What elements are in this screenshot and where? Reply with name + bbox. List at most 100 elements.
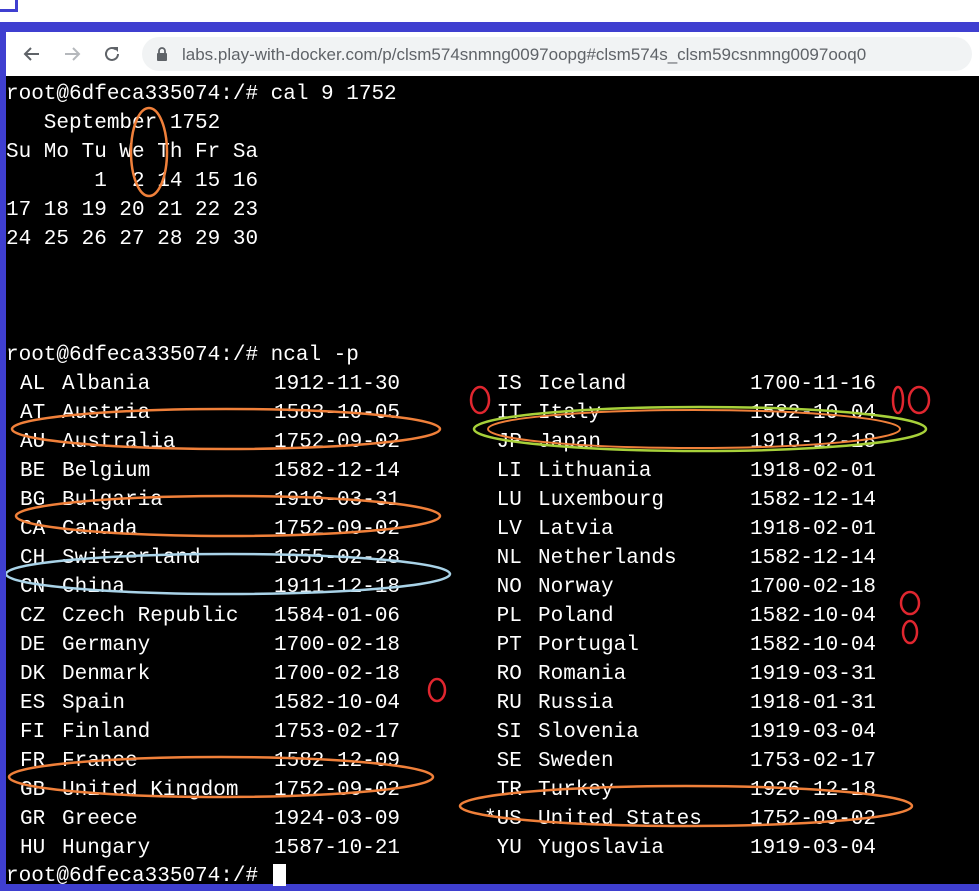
reform-date: 1752-09-02 (274, 779, 401, 802)
country-code: CZ (20, 605, 46, 628)
reform-date: 1752-09-02 (750, 808, 877, 831)
country-code: CN (20, 576, 46, 599)
country-code: PT (484, 634, 522, 657)
terminal[interactable]: root@6dfeca335074:/# cal 9 1752 Septembe… (6, 76, 979, 888)
annotation-circle-spain (427, 677, 447, 703)
calendar-weekday-header: Su Mo Tu We Th Fr Sa (6, 141, 259, 164)
country-name: Denmark (62, 663, 151, 686)
country-name: Yugoslavia (538, 837, 665, 860)
reform-date: 1700-02-18 (274, 634, 401, 657)
annotation-circle-italy-1 (891, 385, 905, 415)
country-name: Canada (62, 518, 138, 541)
country-code: ES (20, 692, 46, 715)
terminal-cursor (272, 864, 286, 887)
country-name: Hungary (62, 837, 151, 860)
reload-button[interactable] (98, 40, 126, 68)
country-name: Finland (62, 721, 151, 744)
country-code: SE (484, 750, 522, 773)
country-code: TR (484, 779, 522, 802)
country-name: Norway (538, 576, 614, 599)
annotation-circle-portugal (901, 619, 919, 645)
reform-date: 1582-12-14 (274, 460, 401, 483)
lock-icon[interactable] (154, 46, 170, 62)
address-bar[interactable]: labs.play-with-docker.com/p/clsm574snmng… (142, 37, 972, 71)
country-code: PL (484, 605, 522, 628)
country-code: YU (484, 837, 522, 860)
country-name: Spain (62, 692, 126, 715)
reform-date: 1582-10-04 (750, 634, 877, 657)
country-name: Australia (62, 431, 176, 454)
reform-date: 1911-12-18 (274, 576, 401, 599)
calendar-title: September 1752 (6, 112, 221, 135)
command-line-ncal: root@6dfeca335074:/# ncal -p (6, 344, 359, 367)
country-name: Greece (62, 808, 138, 831)
country-code: RU (484, 692, 522, 715)
reform-date: 1919-03-04 (750, 837, 877, 860)
country-name: China (62, 576, 126, 599)
reform-date: 1700-02-18 (274, 663, 401, 686)
command-line-cal: root@6dfeca335074:/# cal 9 1752 (6, 83, 397, 106)
country-code: JP (484, 431, 522, 454)
reform-date: 1919-03-31 (750, 663, 877, 686)
reform-date: 1583-10-05 (274, 402, 401, 425)
prompt-text: root@6dfeca335074:/# (6, 865, 259, 888)
country-code: GB (20, 779, 46, 802)
country-code: CA (20, 518, 46, 541)
url-text: labs.play-with-docker.com/p/clsm574snmng… (182, 45, 867, 64)
reform-date: 1582-12-14 (750, 489, 877, 512)
calendar-week-row: 1 2 14 15 16 (6, 170, 259, 193)
country-name: Poland (538, 605, 614, 628)
country-code: LU (484, 489, 522, 512)
country-code: AU (20, 431, 46, 454)
reform-date: 1582-10-04 (750, 605, 877, 628)
reform-date: 1912-11-30 (274, 373, 401, 396)
reform-date: 1924-03-09 (274, 808, 401, 831)
desktop-top-strip (0, 0, 979, 22)
reform-date: 1582-12-14 (750, 547, 877, 570)
country-code: AL (20, 373, 46, 396)
reform-date: 1655-02-28 (274, 547, 401, 570)
reform-date: 1582-10-04 (750, 402, 877, 425)
country-name: Italy (538, 402, 602, 425)
country-code: BE (20, 460, 46, 483)
country-name: Netherlands (538, 547, 677, 570)
country-code: NO (484, 576, 522, 599)
browser-toolbar: labs.play-with-docker.com/p/clsm574snmng… (6, 32, 979, 76)
calendar-week-row: 17 18 19 20 21 22 23 (6, 199, 259, 222)
country-code: IS (484, 373, 522, 396)
window-corner-mark (0, 0, 18, 12)
forward-button[interactable] (58, 40, 86, 68)
country-code: CH (20, 547, 46, 570)
country-name: Portugal (538, 634, 639, 657)
reform-date: 1753-02-17 (274, 721, 401, 744)
country-name: France (62, 750, 138, 773)
arrow-left-icon (23, 47, 39, 61)
country-code: LV (484, 518, 522, 541)
reform-date: 1582-10-04 (274, 692, 401, 715)
annotation-circle-poland (899, 590, 921, 616)
country-name: Lithuania (538, 460, 652, 483)
country-name: Japan (538, 431, 602, 454)
country-name: Slovenia (538, 721, 639, 744)
reform-date: 1916-03-31 (274, 489, 401, 512)
country-code: FI (20, 721, 46, 744)
country-name: Sweden (538, 750, 614, 773)
country-name: United Kingdom (62, 779, 239, 802)
reform-date: 1918-12-18 (750, 431, 877, 454)
country-code: LI (484, 460, 522, 483)
reform-date: 1919-03-04 (750, 721, 877, 744)
reload-icon (105, 46, 119, 61)
reform-date: 1753-02-17 (750, 750, 877, 773)
reform-date: 1918-02-01 (750, 460, 877, 483)
reform-date: 1587-10-21 (274, 837, 401, 860)
country-code: SI (484, 721, 522, 744)
country-name: Czech Republic (62, 605, 239, 628)
country-code: NL (484, 547, 522, 570)
country-name: Russia (538, 692, 614, 715)
country-code: HU (20, 837, 46, 860)
country-name: Luxembourg (538, 489, 665, 512)
country-code: GR (20, 808, 46, 831)
back-button[interactable] (18, 40, 46, 68)
annotation-circle-italy-2 (907, 385, 931, 415)
country-name: Albania (62, 373, 151, 396)
